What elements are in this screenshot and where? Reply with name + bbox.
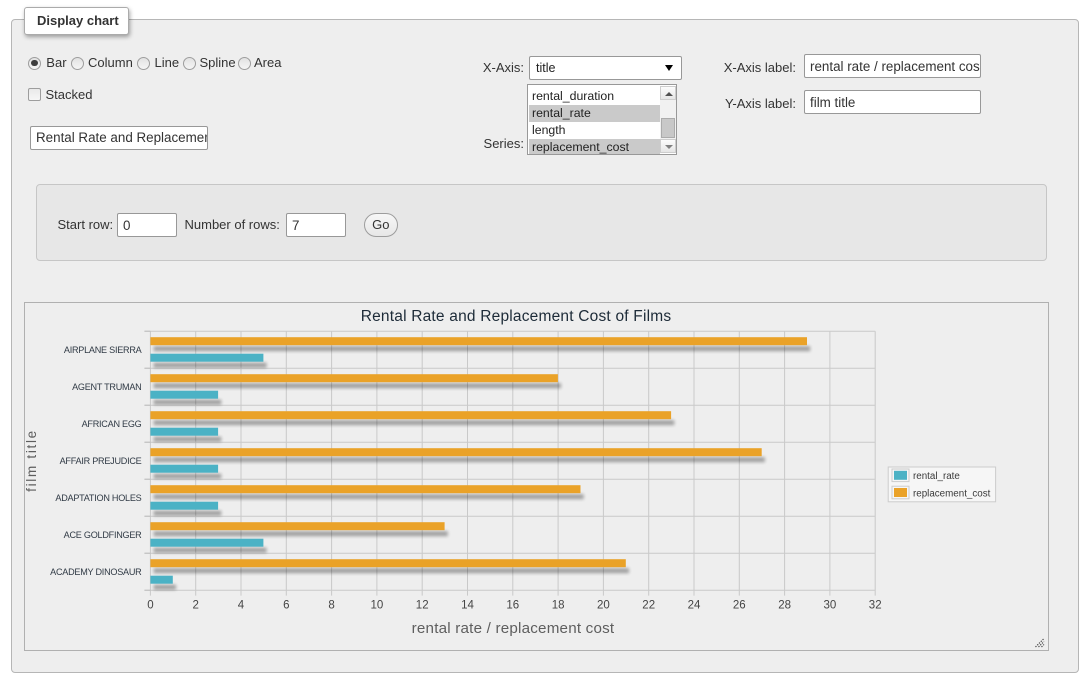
svg-text:ACADEMY DINOSAUR: ACADEMY DINOSAUR xyxy=(50,567,142,577)
svg-text:22: 22 xyxy=(642,600,655,612)
svg-text:32: 32 xyxy=(869,600,882,612)
svg-text:AFFAIR PREJUDICE: AFFAIR PREJUDICE xyxy=(60,456,142,466)
svg-text:24: 24 xyxy=(688,600,701,612)
svg-text:AIRPLANE SIERRA: AIRPLANE SIERRA xyxy=(64,345,143,355)
svg-text:AGENT TRUMAN: AGENT TRUMAN xyxy=(72,382,141,392)
svg-text:14: 14 xyxy=(461,600,474,612)
svg-text:30: 30 xyxy=(824,600,837,612)
svg-text:rental_rate: rental_rate xyxy=(913,471,960,482)
svg-text:2: 2 xyxy=(192,600,198,612)
svg-text:8: 8 xyxy=(328,600,334,612)
svg-text:12: 12 xyxy=(416,600,429,612)
svg-text:rental rate / replacement cost: rental rate / replacement cost xyxy=(412,620,615,637)
svg-text:10: 10 xyxy=(371,600,384,612)
svg-text:28: 28 xyxy=(778,600,791,612)
svg-text:4: 4 xyxy=(238,600,245,612)
svg-text:ACE GOLDFINGER: ACE GOLDFINGER xyxy=(64,530,143,540)
svg-text:film title: film title xyxy=(25,429,39,492)
svg-text:6: 6 xyxy=(283,600,289,612)
svg-text:AFRICAN EGG: AFRICAN EGG xyxy=(82,419,142,429)
svg-text:26: 26 xyxy=(733,600,746,612)
svg-text:20: 20 xyxy=(597,600,610,612)
svg-text:16: 16 xyxy=(506,600,519,612)
svg-text:18: 18 xyxy=(552,600,565,612)
svg-text:0: 0 xyxy=(147,600,153,612)
svg-text:ADAPTATION HOLES: ADAPTATION HOLES xyxy=(55,493,141,503)
svg-text:Rental Rate and Replacement Co: Rental Rate and Replacement Cost of Film… xyxy=(361,308,672,325)
svg-text:replacement_cost: replacement_cost xyxy=(913,488,991,499)
